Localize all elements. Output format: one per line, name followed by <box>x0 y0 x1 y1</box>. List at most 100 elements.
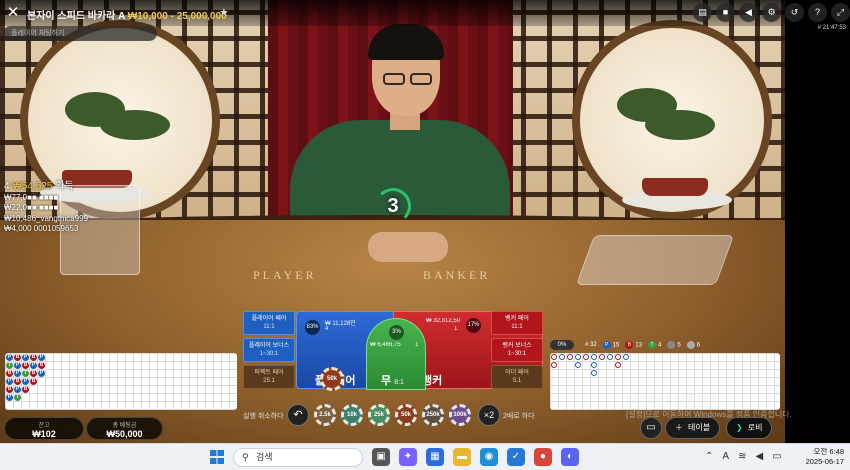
chip-25k[interactable]: 25k <box>368 404 390 426</box>
big-road-player <box>575 354 581 360</box>
taskbar-search[interactable]: ⚲ 검색 <box>233 448 363 467</box>
stat-other-2-count: 6 <box>696 342 701 349</box>
taskbar-clock[interactable]: 오전 6:48 2025-06-17 <box>806 447 844 467</box>
search-icon: ⚲ <box>242 452 249 462</box>
help-icon[interactable]: ? <box>808 3 827 22</box>
chat-bubble-button[interactable]: ▭ <box>640 417 662 439</box>
chat-input[interactable]: 플레이어 채팅하기 <box>3 26 157 41</box>
double-button[interactable]: ×2 <box>478 404 500 426</box>
bead-road[interactable]: P B P B P T P B P B B P T B P P B P B B … <box>5 353 237 410</box>
tie-wins-count: 4 <box>658 342 662 349</box>
banker-wins: B 13 <box>625 341 642 349</box>
volume-icon[interactable]: ◀ <box>739 3 758 22</box>
favorite-icon[interactable]: ★ <box>219 6 229 19</box>
watermark-line-1: Windows 정품 인증 <box>626 394 718 406</box>
battery-icon[interactable]: ▭ <box>772 451 781 462</box>
banker-pair-bet[interactable]: 뱅커 페어 11:1 <box>491 311 543 335</box>
copilot-icon[interactable]: ✦ <box>399 448 417 466</box>
windows-start-icon[interactable] <box>210 450 224 464</box>
winners-headline: 4 ₩54,525 획득 <box>4 181 88 193</box>
banker-dot-icon: B <box>625 341 634 349</box>
big-road-banker <box>567 354 573 360</box>
discord-icon[interactable]: ◐ <box>561 448 579 466</box>
chip-tray: 2.5k 10k 25k 50k 250k 100k <box>314 404 471 426</box>
stat-other-1: 5 <box>667 341 681 349</box>
plus-icon: ＋ <box>675 423 683 432</box>
card-shoe <box>575 235 735 285</box>
bonsai-leaves-left-2 <box>100 110 170 140</box>
tie-dot-icon: T <box>648 341 657 349</box>
video-icon[interactable]: ■ <box>716 3 735 22</box>
table-button[interactable]: ＋ 테이블 <box>665 417 721 439</box>
big-road-player <box>591 370 597 376</box>
bead-banker: B <box>22 386 29 393</box>
bead-player: P <box>14 386 21 393</box>
perfect-pair-bet[interactable]: 퍼펙트 페어 25:1 <box>243 365 295 389</box>
big-road-player <box>575 362 581 368</box>
bet-limits: ₩10,000 - 25,000,000 <box>127 11 227 22</box>
close-icon[interactable]: ✕ <box>4 4 22 22</box>
bead-banker: B <box>14 354 21 361</box>
chat-icon[interactable]: ▤ <box>693 3 712 22</box>
file-explorer-icon[interactable]: ▬ <box>453 448 471 466</box>
player-wins: P 15 <box>602 341 619 349</box>
chip-2-5k[interactable]: 2.5k <box>314 404 336 426</box>
bead-player: P <box>6 378 13 385</box>
fullscreen-icon[interactable]: ⤢ <box>831 3 850 22</box>
banker-bonus-bet[interactable]: 뱅커 보너스 1~30:1 <box>491 338 543 362</box>
balance-pill: 잔고 ₩102 <box>4 417 84 440</box>
undo-button[interactable]: ↶ <box>287 404 309 426</box>
bonsai-leaves-right-2 <box>645 110 715 140</box>
player-pair-bet[interactable]: 플레이어 페어 11:1 <box>243 311 295 335</box>
banker-pct: 17% <box>466 318 481 333</box>
settings-icon[interactable]: ⚙ <box>762 3 781 22</box>
side-bets-left: 플레이어 페어 11:1 플레이어 보너스 1~30:1 퍼펙트 페어 25:1 <box>243 311 295 389</box>
placed-chip: 50k <box>320 367 344 391</box>
big-road-banker <box>599 354 605 360</box>
chip-50k[interactable]: 50k <box>395 404 417 426</box>
tie-pct: 3% <box>389 325 404 340</box>
perfect-pair-odds: 25:1 <box>263 378 275 384</box>
banker-pair-odds: 11:1 <box>511 324 523 330</box>
undo-label: 실행 취소하다 <box>243 413 284 420</box>
todo-icon[interactable]: ✓ <box>507 448 525 466</box>
pair-dot-icon <box>667 341 676 349</box>
chip-100k[interactable]: 100k <box>449 404 471 426</box>
lobby-arrow-icon: ❯ <box>736 423 743 432</box>
banker-bonus-odds: 1~30:1 <box>507 351 527 357</box>
tie-bet-area[interactable]: 3% ₩ 6,466,75 1 무 8:1 <box>366 318 426 390</box>
big-road-banker <box>615 362 621 368</box>
lobby-button[interactable]: ❯ 로비 <box>726 417 773 439</box>
wifi-icon[interactable]: ≋ <box>738 451 746 462</box>
chip-250k[interactable]: 250k <box>422 404 444 426</box>
bead-player: P <box>14 362 21 369</box>
banker-wins-count: 13 <box>635 342 643 349</box>
big-road-banker <box>583 354 589 360</box>
big-road-player <box>591 354 597 360</box>
store-icon[interactable]: ▦ <box>426 448 444 466</box>
bead-player: P <box>6 354 13 361</box>
stat-other-1-count: 5 <box>677 342 681 349</box>
speaker-icon[interactable]: ◀ <box>755 451 763 462</box>
player-bonus-bet[interactable]: 플레이어 보너스 1~30:1 <box>243 338 295 362</box>
either-pair-bet[interactable]: 이더 페어 5:1 <box>491 365 543 389</box>
bead-banker: B <box>30 354 37 361</box>
edge-icon[interactable]: ◉ <box>480 448 498 466</box>
chrome-icon[interactable]: ● <box>534 448 552 466</box>
table-title: 본자이 스피드 바카라 A ₩10,000 - 25,000,000 <box>27 7 227 22</box>
bead-player: P <box>38 354 45 361</box>
player-bonus-odds: 1~30:1 <box>259 351 279 357</box>
toolbar: ▤ ■ ◀ ⚙ ↺ ? ⤢ <box>693 3 850 22</box>
history-icon[interactable]: ↺ <box>785 3 804 22</box>
big-road-banker <box>551 362 557 368</box>
chip-10k[interactable]: 10k <box>341 404 363 426</box>
player-dot-icon: P <box>602 341 611 349</box>
task-view-icon[interactable]: ▣ <box>372 448 390 466</box>
winner-row: ₩4,000 0001059653 <box>4 224 79 233</box>
tray-chevron-icon[interactable]: ⌃ <box>705 451 713 462</box>
ime-indicator[interactable]: A <box>722 451 729 462</box>
banker-bonus-label: 뱅커 보너스 <box>502 343 532 349</box>
player-pct: 83% <box>305 320 320 335</box>
tie-bet-count: 1 <box>415 342 419 348</box>
bead-player: P <box>38 370 45 377</box>
